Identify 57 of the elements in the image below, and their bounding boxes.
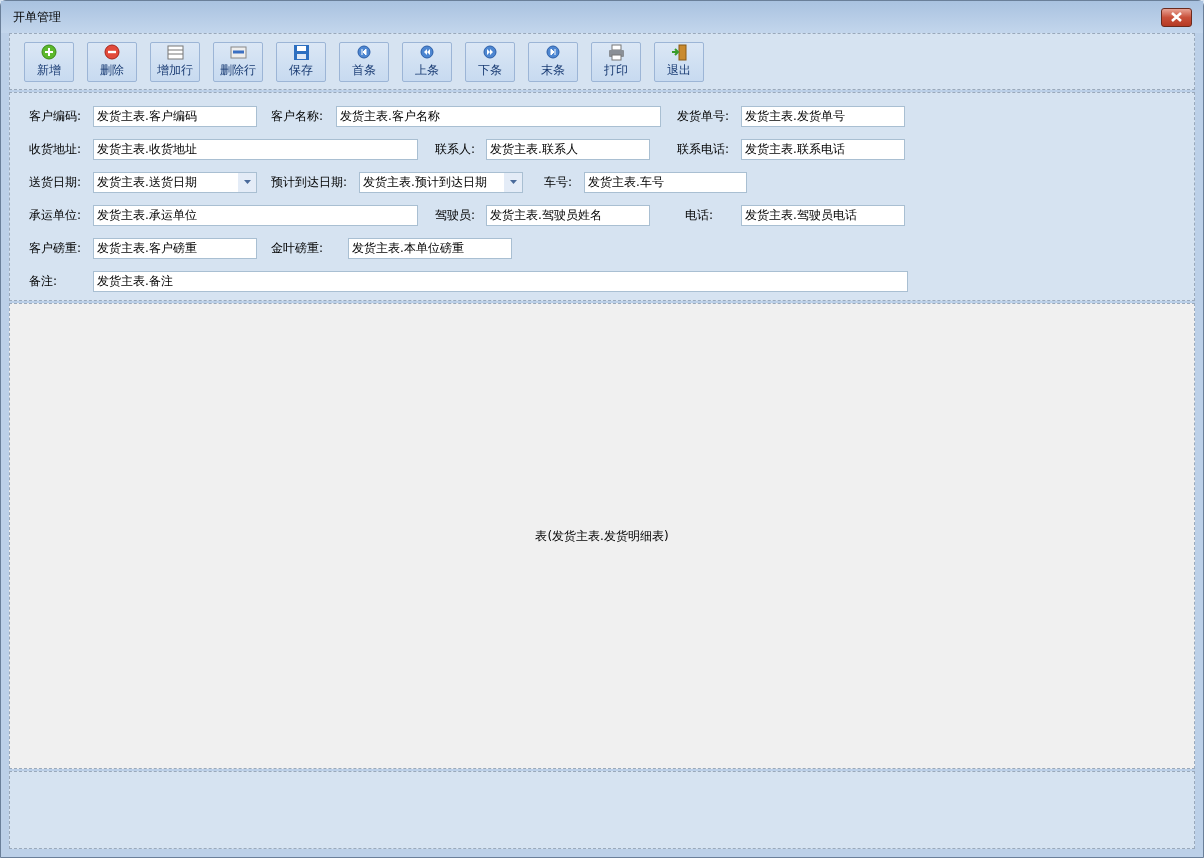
toolbar-button[interactable]: 新增 bbox=[24, 41, 74, 82]
toolbar-button[interactable]: 首条 bbox=[339, 41, 389, 82]
input-field[interactable]: 发货主表.客户编码 bbox=[93, 105, 257, 127]
date-picker[interactable]: 发货主表.送货日期 bbox=[93, 171, 257, 193]
field-label: 驾驶员: bbox=[435, 207, 477, 224]
input-field[interactable]: 发货主表.车号 bbox=[584, 171, 747, 193]
fast-forward-icon bbox=[481, 44, 499, 62]
input-field[interactable]: 发货主表.驾驶员姓名 bbox=[486, 204, 650, 226]
input-field[interactable]: 发货主表.承运单位 bbox=[93, 204, 418, 226]
close-icon bbox=[1170, 12, 1183, 22]
toolbar-button[interactable]: 增加行 bbox=[150, 41, 200, 82]
printer-icon bbox=[607, 44, 625, 62]
rows-icon bbox=[166, 44, 184, 62]
input-field[interactable]: 发货主表.备注 bbox=[93, 270, 908, 292]
field-label: 收货地址: bbox=[29, 141, 83, 158]
toolbar-button[interactable]: 末条 bbox=[528, 41, 578, 82]
field-label: 发货单号: bbox=[677, 108, 731, 125]
window-title: 开单管理 bbox=[13, 9, 61, 26]
minus-icon bbox=[103, 44, 121, 62]
door-arrow-icon bbox=[670, 44, 688, 62]
field-label: 承运单位: bbox=[29, 207, 83, 224]
input-field[interactable]: 发货主表.客户名称 bbox=[336, 105, 661, 127]
table-placeholder-text: 表(发货主表.发货明细表) bbox=[535, 528, 669, 545]
caret-icon bbox=[243, 180, 251, 184]
field-label: 送货日期: bbox=[29, 174, 83, 191]
input-field[interactable]: 发货主表.本单位磅重 bbox=[348, 237, 512, 259]
toolbar-button[interactable]: 打印 bbox=[591, 41, 641, 82]
input-field[interactable]: 发货主表.收货地址 bbox=[93, 138, 418, 160]
skip-forward-icon bbox=[544, 44, 562, 62]
field-label: 电话: bbox=[685, 207, 715, 224]
input-field[interactable]: 发货主表.联系人 bbox=[486, 138, 650, 160]
toolbar-button[interactable]: 删除 bbox=[87, 41, 137, 82]
close-button[interactable] bbox=[1161, 7, 1192, 27]
field-label: 备注: bbox=[29, 273, 59, 290]
field-label: 客户磅重: bbox=[29, 240, 83, 257]
field-label: 金叶磅重: bbox=[271, 240, 325, 257]
rows-icon bbox=[229, 44, 247, 62]
field-label: 预计到达日期: bbox=[271, 174, 349, 191]
input-field[interactable]: 发货主表.驾驶员电话 bbox=[741, 204, 905, 226]
field-label: 客户编码: bbox=[29, 108, 83, 125]
input-field[interactable]: 发货主表.发货单号 bbox=[741, 105, 905, 127]
field-label: 联系电话: bbox=[677, 141, 731, 158]
toolbar-button[interactable]: 删除行 bbox=[213, 41, 263, 82]
rewind-icon bbox=[418, 44, 436, 62]
skip-back-icon bbox=[355, 44, 373, 62]
field-label: 联系人: bbox=[435, 141, 477, 158]
toolbar-button[interactable]: 下条 bbox=[465, 41, 515, 82]
field-label: 客户名称: bbox=[271, 108, 325, 125]
input-field[interactable]: 发货主表.客户磅重 bbox=[93, 237, 257, 259]
toolbar-button[interactable]: 保存 bbox=[276, 41, 326, 82]
plus-icon bbox=[40, 44, 58, 62]
caret-icon bbox=[509, 180, 517, 184]
input-field[interactable]: 发货主表.联系电话 bbox=[741, 138, 905, 160]
toolbar-button[interactable]: 上条 bbox=[402, 41, 452, 82]
toolbar-button[interactable]: 退出 bbox=[654, 41, 704, 82]
date-picker[interactable]: 发货主表.预计到达日期 bbox=[359, 171, 523, 193]
field-label: 车号: bbox=[544, 174, 574, 191]
